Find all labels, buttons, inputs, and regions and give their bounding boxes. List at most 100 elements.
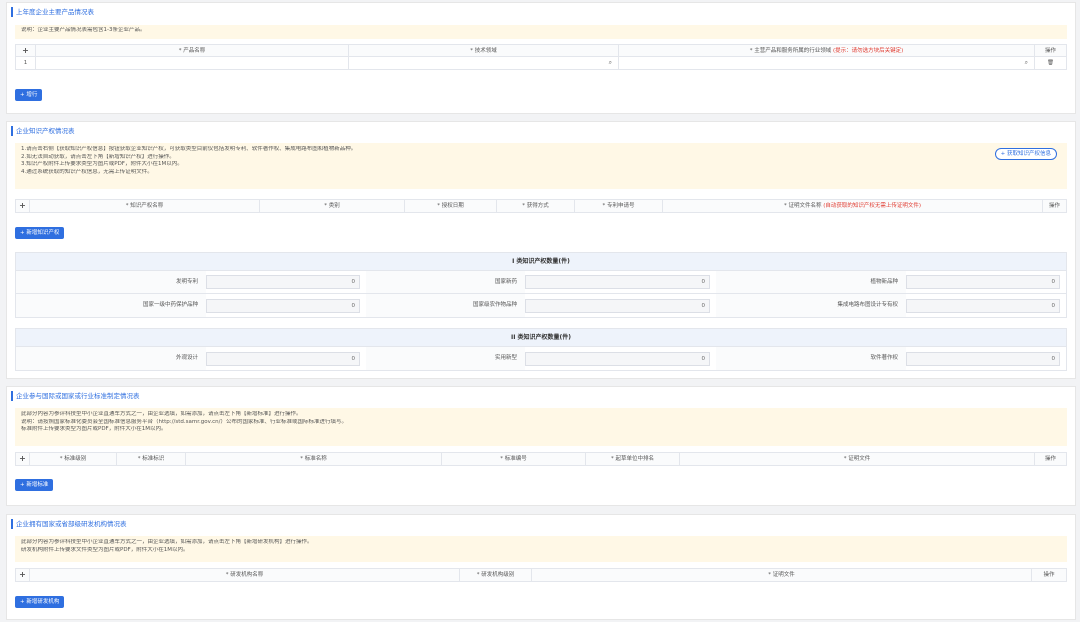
col-category: * 类别 <box>260 200 405 212</box>
table-row: 1 ⌕ ⌕ 🗑 <box>16 57 1066 69</box>
section-rd-institutions: 企业拥有国家或省部级研发机构情况表 此部分内容为参评科技型中小企业直通车方式之一… <box>6 514 1076 620</box>
grid-title: I 类知识产权数量(件) <box>16 253 1066 271</box>
search-icon[interactable]: ⌕ <box>1025 57 1028 69</box>
section-title: 上年度企业主要产品情况表 <box>11 7 94 17</box>
add-rd-institution-button[interactable]: + 新增研发机构 <box>15 596 65 608</box>
table-header: + * 研发机构名称 * 研发机构级别 * 证明文件 操作 <box>16 569 1066 581</box>
col-institution-name: * 研发机构名称 <box>30 569 460 581</box>
field-label: 集成电路布图设计专有权 <box>716 294 906 317</box>
grid-row: 外观设计 0 实用新型 0 软件著作权 0 <box>16 347 1066 370</box>
add-ip-button[interactable]: + 新增知识产权 <box>15 227 65 239</box>
notice-line: 3.知识产权附件上传要求类型为图片或PDF，附件大小在1M以内。 <box>21 161 183 167</box>
field-label: 国家新药 <box>366 271 525 293</box>
col-actions: 操作 <box>1044 48 1056 54</box>
field-utility-model: 实用新型 0 <box>366 347 716 370</box>
field-label: 植物新品种 <box>716 271 906 293</box>
count-input: 0 <box>906 351 1060 366</box>
section-standards: 企业参与国际或国家或行业标准制定情况表 此部分内容为参评科技型中小企业直通车方式… <box>6 386 1076 506</box>
count-input: 0 <box>206 298 360 313</box>
notice-line: 说明：请按照国家标准化委员会全国标准信息服务平台（http://std.samr… <box>21 418 348 425</box>
field-software-copyright: 软件著作权 0 <box>716 347 1066 370</box>
col-application-no: * 专利申请号 <box>575 200 663 212</box>
table-header: + * 产品名称 * 技术领域 * 主营产品和服务所属的行业领域 (提示：请勿选… <box>16 45 1066 57</box>
col-institution-level: * 研发机构级别 <box>460 569 532 581</box>
add-row-plus-icon[interactable]: + <box>16 45 36 56</box>
col-grant-date: * 授权日期 <box>405 200 497 212</box>
notice-line: 此部分内容为参评科技型中小企业直通车方式之一，由企业选填，如需添加，请点击左下角… <box>21 539 313 545</box>
field-plant-variety: 植物新品种 0 <box>716 271 1066 293</box>
col-standard-name: * 标准名称 <box>186 453 442 465</box>
count-input: 0 <box>206 275 360 289</box>
field-crop-variety: 国家级农作物品种 0 <box>366 294 716 317</box>
col-proof-label: * 证明文件名称 <box>783 203 822 209</box>
section-ip: 企业知识产权情况表 1.请点击右侧【获取知识产权信息】按钮获取企业知识产权，可获… <box>6 121 1076 379</box>
trash-icon[interactable]: 🗑 <box>1035 57 1066 69</box>
field-label: 国家级农作物品种 <box>366 294 525 317</box>
count-input: 0 <box>525 298 710 313</box>
table-header: + * 标准级别 * 标准标识 * 标准名称 * 标准编号 * 起草单位中排名 … <box>16 453 1066 465</box>
col-actions: 操作 <box>1043 572 1055 578</box>
count-input: 0 <box>206 351 360 366</box>
section-title: 企业拥有国家或省部级研发机构情况表 <box>11 519 127 529</box>
col-proof-file: * 证明文件 <box>532 569 1032 581</box>
section-title: 企业知识产权情况表 <box>11 126 75 136</box>
col-industry-hint: (提示：请勿选方块后关键定) <box>832 48 904 54</box>
field-label: 软件著作权 <box>716 347 906 370</box>
notice-box: 1.请点击右侧【获取知识产权信息】按钮获取企业知识产权，可获取类型目前仅包括发明… <box>15 143 1067 189</box>
notice-line: 标准附件上传要求类型为图片或PDF，附件大小在1M以内。 <box>21 426 167 432</box>
count-input: 0 <box>525 351 710 366</box>
count-input: 0 <box>525 275 710 289</box>
ip-table: + * 知识产权名称 * 类别 * 授权日期 * 获得方式 * 专利申请号 * … <box>15 199 1067 213</box>
field-label: 实用新型 <box>366 347 525 370</box>
col-acquire-method: * 获得方式 <box>497 200 575 212</box>
grid-row: 国家一级中药保护品种 0 国家级农作物品种 0 集成电路布图设计专有权 0 <box>16 294 1066 317</box>
add-row-plus-icon[interactable]: + <box>16 453 30 465</box>
col-industry-label: * 主营产品和服务所属的行业领域 <box>749 48 832 54</box>
col-drafting-rank: * 起草单位中排名 <box>586 453 680 465</box>
count-input: 0 <box>906 275 1060 289</box>
fetch-ip-info-button[interactable]: + 获取知识产权信息 <box>994 148 1057 160</box>
col-standard-level: * 标准级别 <box>30 453 117 465</box>
field-label: 外观设计 <box>16 347 206 370</box>
search-icon[interactable]: ⌕ <box>609 57 612 69</box>
rd-institutions-table: + * 研发机构名称 * 研发机构级别 * 证明文件 操作 <box>15 568 1067 582</box>
col-actions: 操作 <box>1048 203 1060 209</box>
section-main-products: 上年度企业主要产品情况表 说明：企业主要产品情况表需包含1-3条企业产品。 + … <box>6 2 1076 114</box>
products-table: + * 产品名称 * 技术领域 * 主营产品和服务所属的行业领域 (提示：请勿选… <box>15 44 1067 70</box>
notice-line: 4.通过系统获取的知识产权信息，无需上传证明文件。 <box>21 168 153 175</box>
notice-box: 说明：企业主要产品情况表需包含1-3条企业产品。 <box>15 25 1067 39</box>
standards-table: + * 标准级别 * 标准标识 * 标准名称 * 标准编号 * 起草单位中排名 … <box>15 452 1067 466</box>
table-header: + * 知识产权名称 * 类别 * 授权日期 * 获得方式 * 专利申请号 * … <box>16 200 1066 212</box>
field-tcm-protection: 国家一级中药保护品种 0 <box>16 294 366 317</box>
product-name-input[interactable] <box>36 57 349 69</box>
add-row-plus-icon[interactable]: + <box>16 200 30 212</box>
field-ic-layout: 集成电路布图设计专有权 0 <box>716 294 1066 317</box>
tech-field-select[interactable]: ⌕ <box>349 57 619 69</box>
notice-line: 研发机构附件上传要求文件类型为图片或PDF，附件大小在1M以内。 <box>21 546 189 553</box>
field-label: 国家一级中药保护品种 <box>16 294 206 317</box>
count-input: 0 <box>906 298 1060 313</box>
field-invention-patent: 发明专利 0 <box>16 271 366 293</box>
field-label: 发明专利 <box>16 271 206 293</box>
notice-line: 2.如无法自动获取，请点击左下角【新增知识产权】进行操作。 <box>21 153 175 160</box>
field-design: 外观设计 0 <box>16 347 366 370</box>
grid-row: 发明专利 0 国家新药 0 植物新品种 0 <box>16 271 1066 294</box>
notice-line: 此部分内容为参评科技型中小企业直通车方式之一，由企业选填，如需添加，请点击左下角… <box>21 411 302 417</box>
col-proof-hint: (自动获取的知识产权无需上传证明文件) <box>823 203 922 209</box>
ip-class1-grid: I 类知识产权数量(件) 发明专利 0 国家新药 0 植物新品种 0 国家一级中药保护… <box>15 252 1067 318</box>
col-product-name: * 产品名称 <box>36 45 349 56</box>
add-row-button[interactable]: + 增行 <box>15 89 43 101</box>
col-industry-field: * 主营产品和服务所属的行业领域 (提示：请勿选方块后关键定) <box>619 45 1035 56</box>
row-index: 1 <box>16 57 36 69</box>
col-proof-file: * 证明文件 <box>680 453 1035 465</box>
col-standard-no: * 标准编号 <box>442 453 586 465</box>
col-standard-mark: * 标准标识 <box>117 453 186 465</box>
col-actions: 操作 <box>1044 456 1056 462</box>
notice-box: 此部分内容为参评科技型中小企业直通车方式之一，由企业选填，如需添加，请点击左下角… <box>15 408 1067 446</box>
col-ip-name: * 知识产权名称 <box>30 200 260 212</box>
add-row-plus-icon[interactable]: + <box>16 569 30 581</box>
col-tech-field: * 技术领域 <box>349 45 619 56</box>
add-standard-button[interactable]: + 新增标准 <box>15 479 54 491</box>
industry-field-select[interactable]: ⌕ <box>619 57 1035 69</box>
notice-box: 此部分内容为参评科技型中小企业直通车方式之一，由企业选填，如需添加，请点击左下角… <box>15 536 1067 562</box>
